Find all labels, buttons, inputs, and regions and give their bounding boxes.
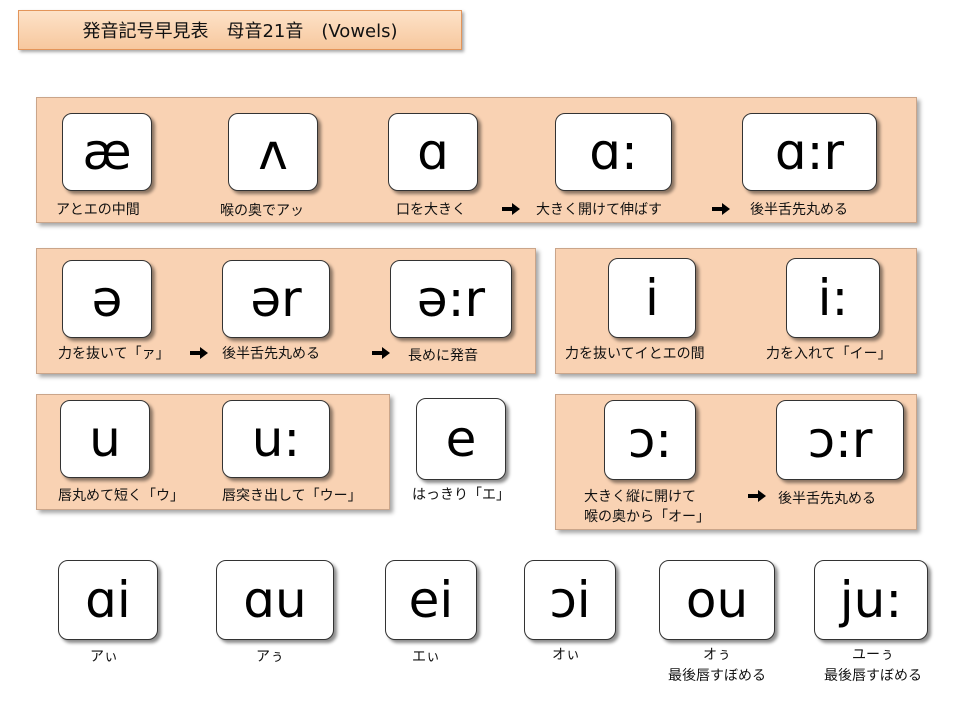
label-ju-long-sub: 最後唇すぼめる: [824, 668, 922, 684]
page-title: 発音記号早見表 母音21音 (Vowels): [18, 10, 462, 50]
label-i: 力を抜いてイとエの間: [565, 346, 705, 362]
label-ju-long: ユーぅ: [852, 647, 894, 663]
label-ou: オぅ: [703, 647, 731, 663]
symbol-card-script-a-long-r[interactable]: ɑ:r: [742, 113, 877, 191]
symbol-card-au[interactable]: ɑu: [216, 560, 334, 640]
label-script-a-long-r: 後半舌先丸める: [750, 202, 848, 218]
label-script-a: 口を大きく: [396, 202, 466, 218]
symbol-card-ei[interactable]: ei: [385, 560, 477, 640]
symbol-card-i[interactable]: i: [608, 258, 696, 338]
arrow-right-icon: [748, 490, 766, 502]
symbol-card-schwa[interactable]: ə: [62, 260, 152, 338]
label-ai: アぃ: [90, 649, 118, 665]
symbol-card-u-long[interactable]: u:: [222, 400, 330, 478]
label-au: アぅ: [256, 649, 284, 665]
label-schwa-r: 後半舌先丸める: [222, 346, 320, 362]
symbol-card-open-o-long-r[interactable]: ɔ:r: [776, 400, 904, 480]
label-open-o-long-line1: 大きく縦に開けて: [584, 489, 696, 505]
label-oi: オぃ: [552, 647, 580, 663]
symbol-card-script-a[interactable]: ɑ: [388, 113, 478, 191]
label-u-long: 唇突き出して「ウー」: [222, 488, 362, 504]
symbol-card-e[interactable]: e: [416, 398, 506, 480]
arrow-right-icon: [712, 203, 730, 215]
label-e: はっきり「エ」: [412, 487, 510, 503]
label-script-a-long: 大きく開けて伸ばす: [536, 202, 662, 218]
arrow-right-icon: [372, 347, 390, 359]
label-ei: エぃ: [412, 649, 440, 665]
symbol-card-schwa-long-r[interactable]: ə:r: [390, 260, 512, 338]
label-schwa-long-r: 長めに発音: [408, 348, 478, 364]
symbol-card-open-o-long[interactable]: ɔ:: [604, 400, 696, 480]
label-i-long: 力を入れて「イー」: [766, 346, 892, 362]
symbol-card-ou[interactable]: ou: [659, 560, 775, 640]
arrow-right-icon: [190, 347, 208, 359]
symbol-card-ae[interactable]: æ: [62, 113, 152, 191]
label-u: 唇丸めて短く「ウ」: [58, 488, 184, 504]
symbol-card-wedge[interactable]: ʌ: [228, 113, 318, 191]
arrow-right-icon: [502, 203, 520, 215]
symbol-card-schwa-r[interactable]: ər: [222, 260, 330, 338]
label-wedge: 喉の奥でアッ: [220, 203, 304, 219]
label-open-o-long-line2: 喉の奥から「オー」: [584, 509, 710, 525]
symbol-card-script-a-long[interactable]: ɑ:: [555, 113, 672, 191]
label-open-o-long-r: 後半舌先丸める: [778, 491, 876, 507]
symbol-card-u[interactable]: u: [60, 400, 150, 478]
symbol-card-oi[interactable]: ɔi: [524, 560, 616, 640]
symbol-card-ju-long[interactable]: ju:: [814, 560, 928, 640]
label-ou-sub: 最後唇すぼめる: [668, 668, 766, 684]
symbol-card-i-long[interactable]: i:: [786, 258, 880, 338]
label-schwa: 力を抜いて「ァ」: [58, 346, 170, 362]
symbol-card-ai[interactable]: ɑi: [58, 560, 158, 640]
label-ae: アとエの中間: [56, 202, 140, 218]
